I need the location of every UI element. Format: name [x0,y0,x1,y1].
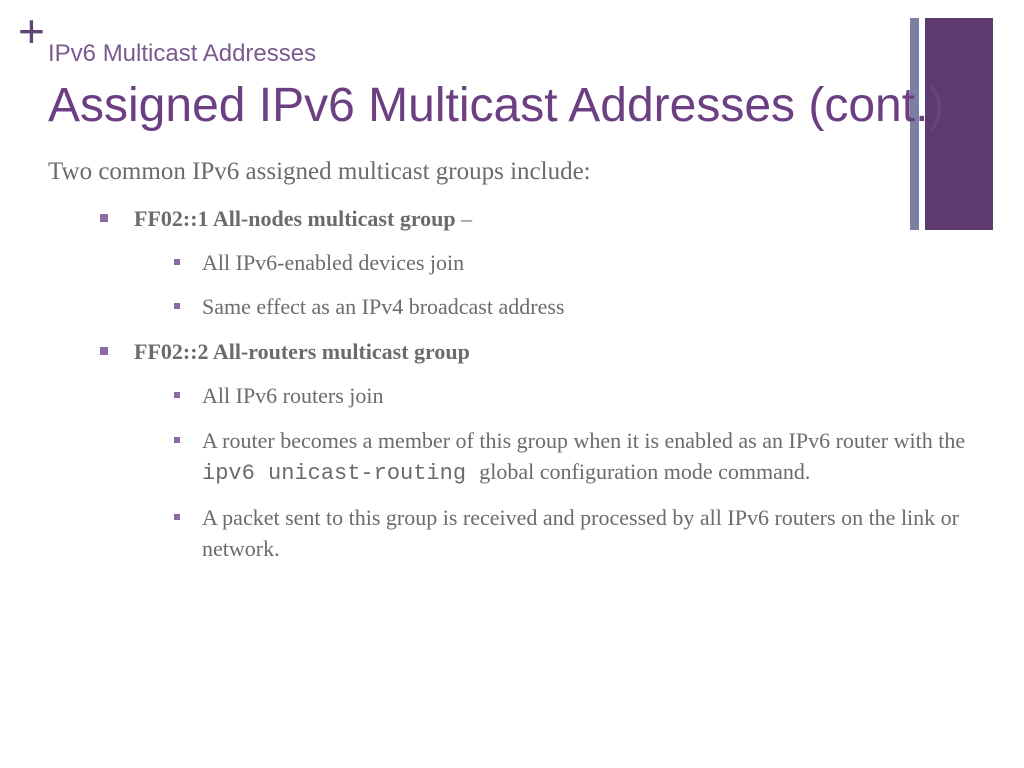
sub-item: All IPv6-enabled devices join [174,248,984,279]
group-item: FF02::1 All-nodes multicast group – All … [100,204,984,323]
slide-title: Assigned IPv6 Multicast Addresses (cont.… [48,78,944,133]
sub-item-text: A router becomes a member of this group … [202,428,965,453]
slide-subtitle: IPv6 Multicast Addresses [48,40,316,68]
sub-item: Same effect as an IPv4 broadcast address [174,292,984,323]
sub-item: A router becomes a member of this group … [174,426,984,490]
group-label: FF02::1 All-nodes multicast group [134,206,456,231]
intro-text: Two common IPv6 assigned multicast group… [48,158,984,186]
sub-item: A packet sent to this group is received … [174,503,984,565]
sub-list: All IPv6-enabled devices join Same effec… [134,248,984,324]
plus-icon: + [18,8,45,54]
command-text: ipv6 unicast-routing [202,461,479,486]
slide-body: Two common IPv6 assigned multicast group… [48,158,984,579]
sub-item-text: global configuration mode command. [479,459,810,484]
group-list: FF02::1 All-nodes multicast group – All … [48,204,984,565]
sub-list: All IPv6 routers join A router becomes a… [134,381,984,565]
sub-item: All IPv6 routers join [174,381,984,412]
group-suffix: – [456,206,473,231]
group-item: FF02::2 All-routers multicast group All … [100,337,984,565]
group-label: FF02::2 All-routers multicast group [134,339,470,364]
